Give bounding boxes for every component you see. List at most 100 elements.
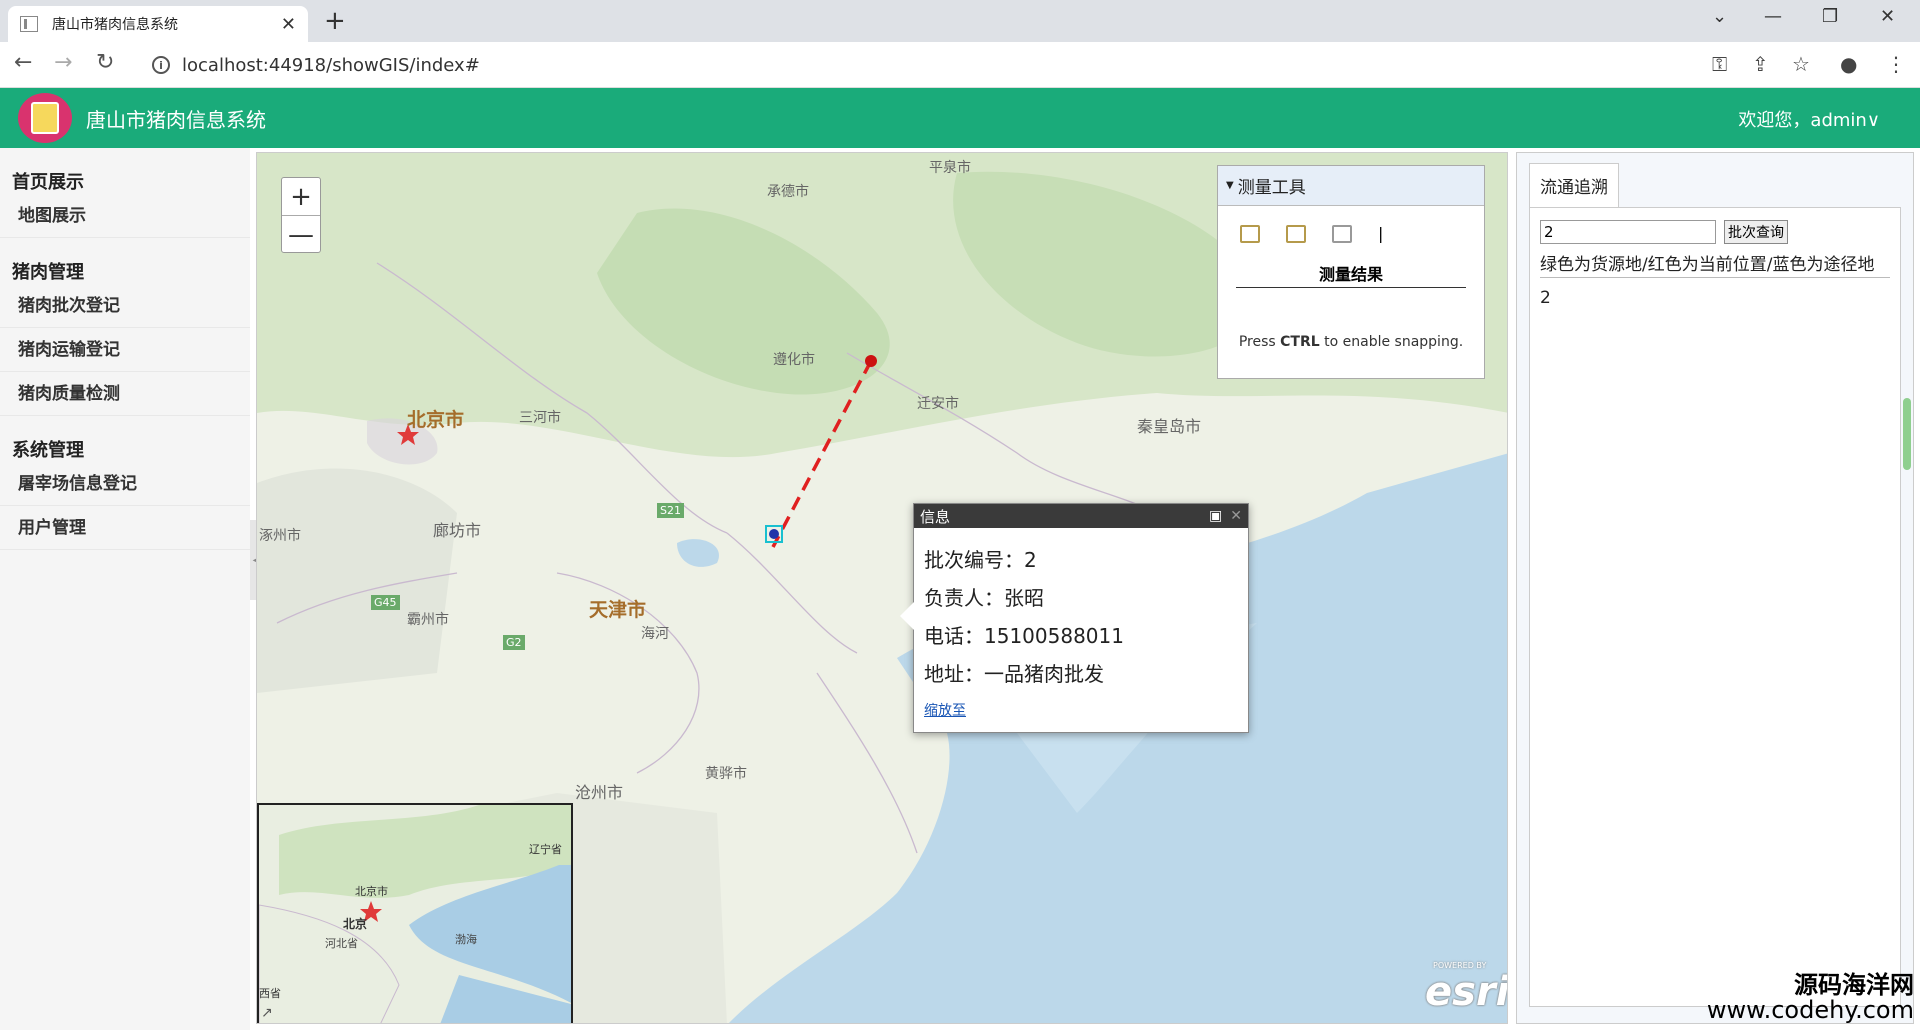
zoom-in-button[interactable]: +: [282, 178, 320, 216]
map-label-chengde: 承德市: [767, 184, 809, 200]
esri-logo[interactable]: esri: [1425, 969, 1507, 1015]
minimize-button[interactable]: —: [1764, 6, 1782, 27]
map-label-zhuozhou: 涿州市: [259, 528, 301, 544]
close-icon[interactable]: ✕: [1230, 508, 1242, 524]
snapping-hint: Press CTRL to enable snapping.: [1238, 334, 1464, 350]
measurement-panel: ▼ 测量工具 | 测量结果 Press CTRL to enable snapp…: [1217, 165, 1485, 379]
road-shield-s21: S21: [657, 503, 684, 518]
popup-title: 信息: [920, 507, 951, 526]
trace-panel-body: 批次查询 绿色为货源地/红色为当前位置/蓝色为途径地 2: [1529, 207, 1901, 1007]
trace-result: 2: [1540, 288, 1551, 308]
map-label-bazhou: 霸州市: [407, 612, 449, 628]
bookmark-star-icon[interactable]: ☆: [1792, 52, 1810, 76]
zoom-out-button[interactable]: —: [282, 216, 320, 254]
site-info-icon[interactable]: i: [152, 56, 170, 74]
overview-label-beijing-city: 北京市: [355, 885, 388, 898]
measurement-result-label: 测量结果: [1236, 261, 1466, 288]
popup-pointer: [900, 602, 914, 630]
watermark-line2: www.codehy.com: [1706, 996, 1914, 1025]
tab-close-icon[interactable]: ✕: [281, 14, 296, 35]
batch-number-input[interactable]: [1540, 220, 1716, 244]
map-label-sanhe: 三河市: [519, 410, 561, 426]
popup-batch: 批次编号：2: [924, 548, 1037, 572]
app-header: 唐山市猪肉信息系统 欢迎您，admin∨: [0, 88, 1920, 148]
sidebar-group-home[interactable]: 首页展示: [0, 148, 250, 194]
close-window-button[interactable]: ✕: [1880, 6, 1895, 27]
sidebar-group-system[interactable]: 系统管理: [0, 416, 250, 462]
app-title: 唐山市猪肉信息系统: [86, 108, 266, 132]
address-bar[interactable]: i localhost:44918/showGIS/index#: [140, 48, 1690, 82]
tab-list-icon[interactable]: ⌄: [1712, 6, 1727, 27]
info-popup: 信息 ▣ ✕ 批次编号：2 负责人：张昭 电话：15100588011 地址：一…: [900, 503, 1249, 733]
browser-toolbar: ← → ↻ i localhost:44918/showGIS/index# ⚿…: [0, 42, 1920, 88]
map-label-pingquan: 平泉市: [929, 160, 971, 176]
measurement-tools: |: [1218, 206, 1484, 243]
sidebar-group-pork[interactable]: 猪肉管理: [0, 238, 250, 284]
overview-expand-icon[interactable]: ↗: [261, 1005, 273, 1021]
new-tab-button[interactable]: +: [324, 6, 346, 36]
reload-button[interactable]: ↻: [96, 50, 114, 75]
maximize-button[interactable]: ❐: [1822, 6, 1838, 27]
sidebar-item-slaughterhouse[interactable]: 屠宰场信息登记: [0, 462, 250, 506]
share-icon[interactable]: ⇪: [1752, 52, 1769, 76]
key-icon[interactable]: ⚿: [1712, 52, 1727, 76]
overview-label-hebei: 河北省: [325, 937, 358, 950]
collapse-triangle-icon: ▼: [1226, 180, 1234, 191]
location-tool-icon[interactable]: [1332, 224, 1352, 243]
maximize-icon[interactable]: ▣: [1209, 508, 1222, 524]
sidebar-item-transport[interactable]: 猪肉运输登记: [0, 328, 250, 372]
browser-menu-icon[interactable]: ⋮: [1886, 52, 1906, 76]
overview-map[interactable]: 北京市 北京 河北省 渤海 辽宁省 西省 ↗: [257, 803, 573, 1023]
road-shield-g45: G45: [371, 595, 400, 610]
sidebar: 首页展示 地图展示 猪肉管理 猪肉批次登记 猪肉运输登记 猪肉质量检测 系统管理…: [0, 148, 250, 1030]
sidebar-item-batch[interactable]: 猪肉批次登记: [0, 284, 250, 328]
map-label-qinhuangdao: 秦皇岛市: [1137, 417, 1202, 436]
measurement-title: 测量工具: [1237, 178, 1306, 198]
popup-owner: 负责人：张昭: [924, 586, 1044, 610]
measurement-header[interactable]: ▼ 测量工具: [1218, 166, 1484, 206]
map-label-langfang: 廊坊市: [433, 521, 482, 540]
sidebar-item-quality[interactable]: 猪肉质量检测: [0, 372, 250, 416]
watermark: 源码海洋网 www.codehy.com: [1706, 971, 1914, 1025]
panel-scrollbar[interactable]: [1903, 398, 1911, 470]
distance-tool-icon[interactable]: [1286, 224, 1306, 243]
browser-tabstrip: 唐山市猪肉信息系统 ✕ + ⌄ — ❐ ✕: [0, 0, 1920, 42]
popup-phone: 电话：15100588011: [924, 624, 1124, 648]
map-label-tianjin: 天津市: [589, 599, 647, 621]
area-tool-icon[interactable]: [1240, 224, 1260, 243]
map-label-beijing: 北京市: [407, 409, 465, 431]
watermark-line1: 源码海洋网: [1794, 971, 1914, 999]
profile-avatar-icon[interactable]: ●: [1840, 52, 1857, 76]
url-text: localhost:44918/showGIS/index#: [182, 54, 480, 76]
road-shield-g2: G2: [503, 635, 525, 650]
map-label-huanghua: 黄骅市: [705, 766, 747, 782]
popup-header: 信息 ▣ ✕: [914, 504, 1248, 528]
tool-separator: |: [1378, 224, 1384, 243]
overview-label-bohai: 渤海: [455, 933, 477, 946]
map-label-haihe: 海河: [641, 626, 669, 642]
overview-label-shanxi: 西省: [259, 987, 281, 1000]
overview-label-liaoning: 辽宁省: [529, 843, 562, 856]
back-button[interactable]: ←: [14, 50, 32, 75]
zoom-control: + —: [281, 177, 321, 253]
map-view[interactable]: 平泉市 承德市 遵化市 迁安市 北京市 三河市 秦皇岛市 廊坊市 涿州市 天津市…: [256, 152, 1508, 1024]
map-label-zunhua: 遵化市: [773, 352, 815, 368]
batch-query-button[interactable]: 批次查询: [1724, 220, 1788, 244]
overview-label-beijing: 北京: [343, 917, 368, 931]
sidebar-item-map[interactable]: 地图展示: [0, 194, 250, 238]
sidebar-item-users[interactable]: 用户管理: [0, 506, 250, 550]
popup-address: 地址：一品猪肉批发: [924, 662, 1104, 686]
browser-tab[interactable]: 唐山市猪肉信息系统 ✕: [8, 6, 308, 42]
user-menu[interactable]: 欢迎您，admin∨: [1738, 106, 1880, 132]
trace-legend: 绿色为货源地/红色为当前位置/蓝色为途径地: [1540, 250, 1890, 278]
forward-button[interactable]: →: [54, 50, 72, 75]
zoom-to-link[interactable]: 缩放至: [924, 700, 1238, 720]
trace-panel: 流通追溯 批次查询 绿色为货源地/红色为当前位置/蓝色为途径地 2: [1516, 152, 1914, 1024]
map-label-cangzhou: 沧州市: [575, 783, 624, 802]
map-label-qianan: 迁安市: [917, 396, 959, 412]
page-favicon-icon: [20, 16, 38, 32]
overview-basemap: [259, 805, 571, 1023]
tab-trace[interactable]: 流通追溯: [1529, 163, 1619, 207]
app-logo: [18, 93, 72, 143]
tab-title: 唐山市猪肉信息系统: [52, 17, 178, 33]
